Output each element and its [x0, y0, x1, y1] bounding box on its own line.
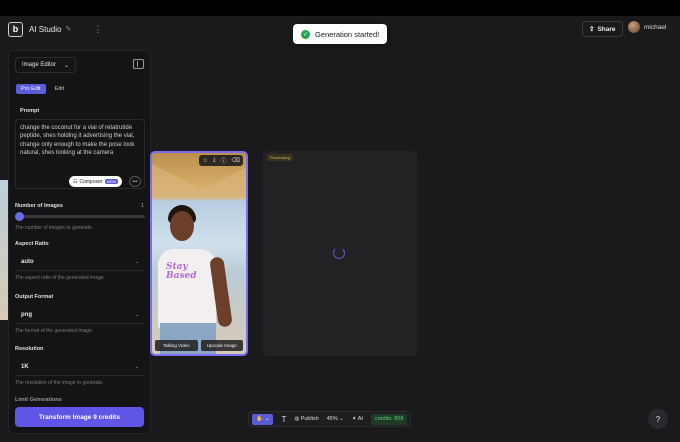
format-select[interactable]: png ⌄: [15, 306, 145, 324]
chevron-down-icon: ⌄: [134, 311, 139, 318]
avatar: [628, 21, 640, 33]
loading-spinner-icon: [333, 247, 345, 259]
share-label: Share: [597, 25, 616, 33]
chevron-down-icon: ⌄: [64, 62, 70, 69]
shirt: [158, 249, 216, 329]
user-name: michael: [644, 23, 667, 31]
globe-icon: ◍: [294, 416, 300, 422]
num-images-value: 1: [141, 203, 144, 209]
more-menu-icon[interactable]: ⋮: [93, 24, 102, 35]
app-logo[interactable]: b: [8, 21, 23, 37]
generating-card: Processing: [263, 151, 417, 356]
card-actions: Talking Video Upscale Image: [155, 340, 243, 351]
ai-label: AI: [357, 416, 363, 422]
check-icon: ✓: [301, 29, 310, 39]
cta-label: Transform Image: [39, 413, 92, 421]
aspect-label: Aspect Ratio: [15, 241, 49, 247]
resolution-label: Resolution: [15, 346, 44, 352]
num-images-hint: The number of images to generate.: [15, 225, 94, 231]
editor-select[interactable]: Image Editor ⌄: [15, 57, 77, 73]
format-hint: The format of the generated image.: [15, 328, 94, 334]
face: [170, 211, 194, 241]
new-badge: NEW: [104, 179, 118, 184]
toast-notification: ✓ Generation started!: [293, 24, 388, 44]
sidebar-toggle-icon[interactable]: [133, 59, 144, 69]
num-images-slider[interactable]: [15, 212, 145, 221]
talking-video-button[interactable]: Talking Video: [155, 340, 198, 351]
share-button[interactable]: ⇪ Share: [582, 21, 623, 37]
edit-tabs: Pro Edit Edit: [16, 84, 69, 94]
star-icon[interactable]: ☆: [202, 157, 207, 164]
help-button[interactable]: ?: [648, 409, 668, 429]
composer-button[interactable]: ☷ Composer NEW: [69, 176, 122, 187]
status-badge: Processing: [267, 154, 293, 161]
app-title: AI Studio: [29, 24, 62, 34]
sparkle-icon: ✦: [351, 416, 357, 422]
hand-icon: ✋: [256, 416, 263, 422]
user-menu[interactable]: michael: [628, 21, 666, 33]
limit-label: Limit Generations: [15, 397, 62, 403]
aspect-value: auto: [21, 258, 34, 265]
tab-edit[interactable]: Edit: [50, 84, 69, 94]
shirt-print: Stay Based: [166, 262, 197, 281]
zoom-value: 45%: [326, 416, 338, 422]
previous-image-peek[interactable]: [0, 180, 8, 320]
credits-badge: credits: 808: [370, 413, 408, 425]
resolution-select[interactable]: 1K ⌄: [15, 358, 145, 376]
slider-handle[interactable]: [15, 212, 24, 221]
aspect-select[interactable]: auto ⌄: [15, 253, 145, 271]
cta-credits: 9 credits: [93, 413, 120, 421]
toast-message: Generation started!: [315, 29, 380, 39]
aspect-hint: The aspect ratio of the generated image.: [15, 275, 106, 281]
panel-header: Image Editor ⌄: [15, 57, 144, 73]
format-value: png: [21, 311, 32, 318]
upscale-image-button[interactable]: Upscale Image: [200, 340, 243, 351]
edit-title-icon[interactable]: ✎: [65, 25, 71, 33]
chevron-down-icon: ⌄: [264, 416, 270, 422]
card-toolbar: ☆ ⤓ ⓘ ⌫: [199, 155, 243, 166]
composer-label: Composer: [79, 178, 103, 185]
chevron-down-icon: ⌄: [134, 363, 139, 370]
publish-label: Publish: [300, 416, 319, 422]
more-options-icon[interactable]: •••: [129, 176, 141, 187]
zoom-select[interactable]: 45% ⌄: [327, 416, 344, 422]
prompt-label: Prompt: [20, 108, 40, 114]
share-icon: ⇪: [589, 26, 595, 33]
text-tool-icon[interactable]: T: [281, 415, 286, 424]
download-icon[interactable]: ⤓: [213, 157, 216, 164]
resolution-value: 1K: [21, 363, 29, 370]
num-images-label: Number of Images: [15, 203, 63, 209]
publish-button[interactable]: ◍ Publish: [294, 416, 318, 422]
chevron-down-icon: ⌄: [134, 258, 139, 265]
ai-button[interactable]: ✦ AI: [352, 416, 363, 422]
top-bar: [0, 0, 680, 16]
info-icon[interactable]: ⓘ: [221, 156, 227, 165]
settings-panel: Image Editor ⌄ Pro Edit Edit Prompt chan…: [8, 50, 151, 434]
hand-tool-button[interactable]: ✋ ⌄: [252, 413, 274, 425]
delete-icon[interactable]: ⌫: [232, 157, 240, 164]
transform-image-button[interactable]: Transform Image 9 credits: [15, 407, 144, 427]
resolution-hint: The resolution of the image to generate.: [15, 380, 104, 386]
tab-pro-edit[interactable]: Pro Edit: [16, 84, 46, 94]
format-label: Output Format: [15, 294, 54, 300]
editor-select-label: Image Editor: [22, 62, 57, 68]
source-image-card[interactable]: Stay Based ☆ ⤓ ⓘ ⌫ Talking Video Upscale…: [150, 151, 248, 356]
bottom-toolbar: ✋ ⌄ T ◍ Publish 45% ⌄ ✦ AI credits: 808: [248, 411, 412, 427]
composer-icon: ☷: [73, 178, 78, 185]
